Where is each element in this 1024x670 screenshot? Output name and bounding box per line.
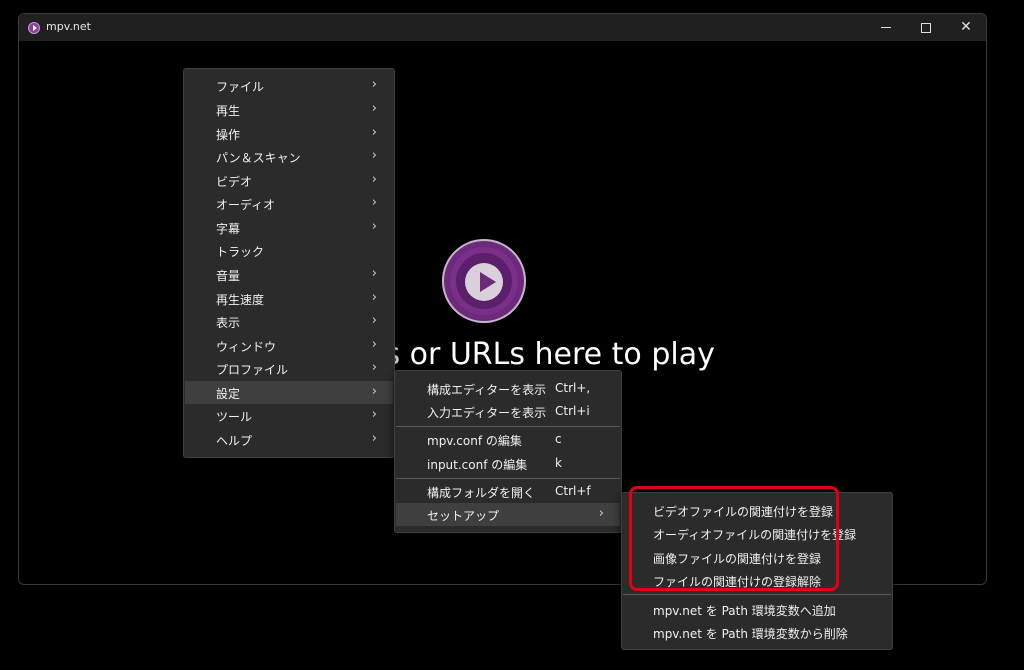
chevron-right-icon: › [371, 407, 377, 422]
menu-item-playback[interactable]: 再生 › [185, 98, 393, 121]
chevron-right-icon: › [371, 125, 377, 140]
menu-item-settings[interactable]: 設定 › [185, 381, 393, 404]
shortcut-text: Ctrl+f [555, 484, 591, 498]
chevron-right-icon: › [371, 148, 377, 163]
menu-item-edit-mpv-conf[interactable]: mpv.conf の編集 c [396, 428, 620, 451]
shortcut-text: k [555, 456, 562, 470]
maximize-icon [921, 23, 931, 33]
window-title: mpv.net [46, 20, 91, 33]
menu-item-view[interactable]: 表示 › [185, 310, 393, 333]
chevron-right-icon: › [371, 431, 377, 446]
minimize-button[interactable] [867, 14, 905, 41]
menu-item-open-config-folder[interactable]: 構成フォルダを開く Ctrl+f [396, 480, 620, 503]
menu-item-file[interactable]: ファイル › [185, 74, 393, 97]
menu-item-help[interactable]: ヘルプ › [185, 428, 393, 451]
menu-item-tools[interactable]: ツール › [185, 404, 393, 427]
chevron-right-icon: › [371, 266, 377, 281]
menu-item-video[interactable]: ビデオ › [185, 169, 393, 192]
shortcut-text: c [555, 432, 562, 446]
play-icon [480, 272, 496, 292]
chevron-right-icon: › [371, 384, 377, 399]
chevron-right-icon: › [371, 195, 377, 210]
chevron-right-icon: › [371, 360, 377, 375]
menu-item-audio[interactable]: オーディオ › [185, 192, 393, 215]
menu-separator [396, 426, 620, 427]
chevron-right-icon: › [598, 506, 604, 521]
shortcut-text: Ctrl+, [555, 381, 591, 395]
menu-item-navigate[interactable]: 操作 › [185, 122, 393, 145]
chevron-right-icon: › [371, 290, 377, 305]
close-button[interactable]: ✕ [947, 14, 985, 41]
menu-separator [623, 594, 891, 595]
menu-item-edit-input-conf[interactable]: input.conf の編集 k [396, 452, 620, 475]
chevron-right-icon: › [371, 77, 377, 92]
menu-item-setup[interactable]: セットアップ › [396, 503, 620, 526]
menu-separator [396, 478, 620, 479]
chevron-right-icon: › [371, 101, 377, 116]
chevron-right-icon: › [371, 172, 377, 187]
menu-item-track[interactable]: トラック [185, 239, 393, 262]
chevron-right-icon: › [371, 219, 377, 234]
menu-item-pan-scan[interactable]: パン＆スキャン › [185, 145, 393, 168]
menu-item-window[interactable]: ウィンドウ › [185, 334, 393, 357]
menu-item-show-config-editor[interactable]: 構成エディターを表示 Ctrl+, [396, 377, 620, 400]
menu-item-volume[interactable]: 音量 › [185, 263, 393, 286]
context-menu: ファイル › 再生 › 操作 › パン＆スキャン › ビデオ › オーディオ › 字幕 › ト… [183, 68, 395, 458]
menu-item-remove-from-path[interactable]: mpv.net を Path 環境変数から削除 [623, 621, 891, 644]
chevron-right-icon: › [371, 337, 377, 352]
menu-item-subtitle[interactable]: 字幕 › [185, 216, 393, 239]
maximize-button[interactable] [907, 14, 945, 41]
close-icon: ✕ [960, 19, 972, 35]
minimize-icon [881, 27, 891, 28]
title-bar[interactable]: mpv.net ✕ [19, 14, 986, 41]
menu-item-show-input-editor[interactable]: 入力エディターを表示 Ctrl+i [396, 400, 620, 423]
chevron-right-icon: › [371, 313, 377, 328]
menu-item-speed[interactable]: 再生速度 › [185, 287, 393, 310]
shortcut-text: Ctrl+i [555, 404, 590, 418]
annotation-highlight-box [629, 486, 839, 591]
mpv-app-icon [28, 22, 40, 34]
mpv-logo [442, 239, 526, 323]
menu-item-profile[interactable]: プロファイル › [185, 357, 393, 380]
drop-hint-text: es or URLs here to play [366, 337, 715, 372]
settings-submenu: 構成エディターを表示 Ctrl+, 入力エディターを表示 Ctrl+i mpv.co… [394, 370, 622, 533]
menu-item-add-to-path[interactable]: mpv.net を Path 環境変数へ追加 [623, 598, 891, 621]
